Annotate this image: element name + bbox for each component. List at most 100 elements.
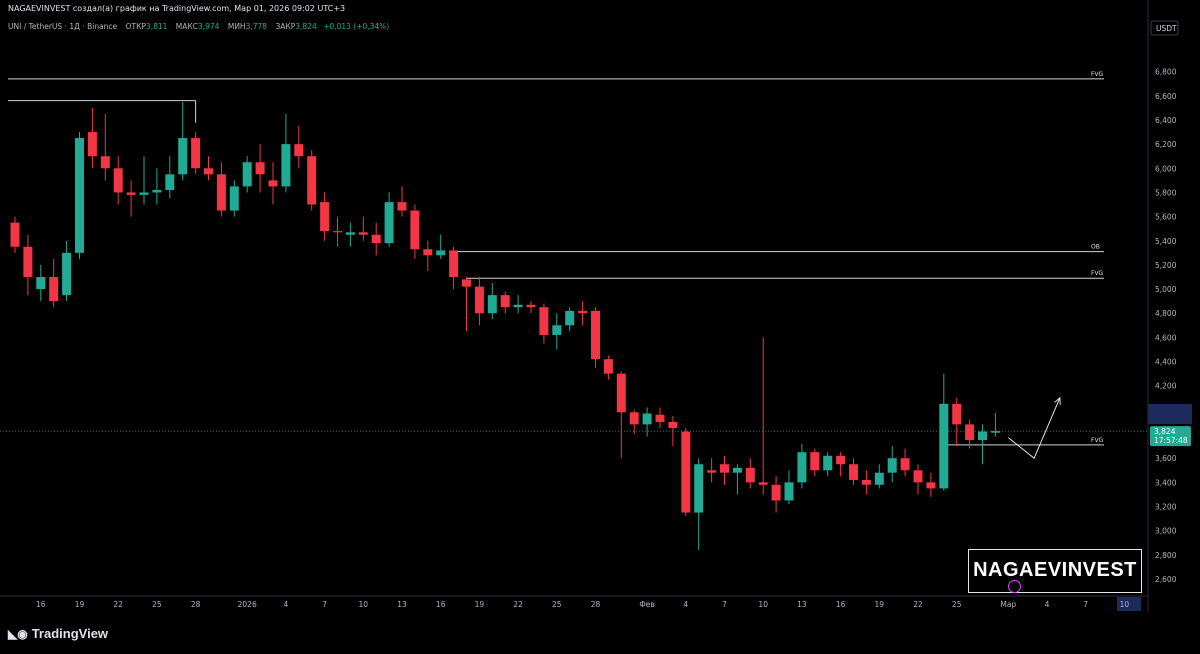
candle-body <box>178 138 188 175</box>
candle-body <box>887 458 897 473</box>
high-value: 3,974 <box>197 22 220 31</box>
level-label: FVG <box>1091 437 1104 444</box>
time-tick-label: 16 <box>836 600 846 609</box>
candle-body <box>10 222 20 247</box>
price-tick-label: 3,400 <box>1155 478 1177 487</box>
candle-body <box>758 482 768 485</box>
time-tick-label: 28 <box>591 600 601 609</box>
time-tick-label: 2026 <box>238 600 257 609</box>
candle-body <box>745 467 755 483</box>
tradingview-logo[interactable]: ◣◉ TradingView <box>8 626 108 641</box>
time-tick-label: 25 <box>552 600 562 609</box>
candle-body <box>836 455 846 465</box>
time-tick-label: 16 <box>436 600 446 609</box>
candle-body <box>36 277 46 290</box>
low-value: 3,778 <box>245 22 268 31</box>
candle-body <box>990 431 1000 433</box>
symbol-label[interactable]: UNI / TetherUS · 1Д · Binance <box>8 22 117 31</box>
candle-body <box>655 414 665 422</box>
level-label: FVG <box>1091 270 1104 277</box>
price-tick-label: 5,600 <box>1155 213 1177 222</box>
candle-body <box>87 132 97 157</box>
candle-body <box>552 325 562 335</box>
candle-body <box>874 472 884 485</box>
price-tick-label: 6,200 <box>1155 140 1177 149</box>
candle-body <box>849 464 858 480</box>
candle-body <box>797 452 807 483</box>
tradingview-icon: ◣◉ <box>8 627 28 641</box>
candle-body <box>371 234 381 244</box>
candle-body <box>384 202 394 244</box>
candle-body <box>965 424 975 441</box>
currency-label: USDT <box>1156 24 1177 33</box>
current-price-value: 3,824 <box>1154 427 1176 436</box>
countdown-value: 17:57:48 <box>1154 436 1188 445</box>
price-tick-label: 6,000 <box>1155 164 1177 173</box>
chart-window: FVG OB FVG FVG USDT 2,600 2,800 3,000 3,200 3,40… <box>0 0 1200 654</box>
candle-body <box>100 156 110 169</box>
price-tick-label: 4,800 <box>1155 309 1177 318</box>
time-tick-label: Фев <box>639 600 655 609</box>
candle-body <box>513 304 523 308</box>
candle-body <box>629 412 639 425</box>
candle-body <box>23 246 33 277</box>
candle-body <box>823 455 833 471</box>
time-tick-label: 10 <box>758 600 768 609</box>
time-tick-label: 4 <box>284 600 289 609</box>
candle-body <box>436 250 446 256</box>
price-tick-label: 5,000 <box>1155 285 1177 294</box>
price-tick-label: 6,400 <box>1155 116 1177 125</box>
candle-body <box>784 482 794 501</box>
brand-watermark: NAGAEVINVEST <box>968 549 1142 593</box>
price-tick-label: 5,200 <box>1155 261 1177 270</box>
candle-body <box>720 464 729 473</box>
candle-body <box>294 144 304 157</box>
ohlc-legend: UNI / TetherUS · 1Д · Binance ОТКР3,811 … <box>8 22 389 31</box>
candle-body <box>139 192 149 195</box>
close-value: 3,824 <box>295 22 317 31</box>
time-tick-label: 7 <box>722 600 727 609</box>
candle-body <box>216 174 226 211</box>
candle-body <box>642 413 652 425</box>
candle-body <box>900 458 910 471</box>
price-tick-label: 4,600 <box>1155 333 1177 342</box>
candle-body <box>952 403 962 425</box>
candle-body <box>539 307 549 335</box>
candle-body <box>810 452 820 471</box>
candle-body <box>126 192 136 195</box>
candle-body <box>255 162 265 175</box>
candle-body <box>62 252 72 296</box>
time-tick-label: 22 <box>113 600 123 609</box>
price-tick-label: 4,400 <box>1155 358 1177 367</box>
candle-body <box>603 359 613 374</box>
price-axis[interactable]: USDT2,6002,8003,0003,2003,4003,6003,8004… <box>1147 0 1200 654</box>
candle-body <box>49 277 59 302</box>
candle-body <box>191 138 201 169</box>
candle-body <box>268 180 278 187</box>
candle-body <box>113 168 123 193</box>
tradingview-text: TradingView <box>31 626 109 641</box>
candle-body <box>358 232 368 235</box>
time-tick-label: 22 <box>513 600 523 609</box>
candle-body <box>487 295 497 314</box>
time-tick-label: 25 <box>152 600 162 609</box>
candle-body <box>526 304 536 308</box>
time-tick-label: 4 <box>1045 600 1050 609</box>
candle-body <box>500 295 510 308</box>
level-label: OB <box>1091 244 1100 251</box>
candle-body <box>861 479 871 485</box>
candle-body <box>345 232 355 235</box>
time-tick-label: Мар <box>1000 600 1016 609</box>
candle-body <box>204 168 213 175</box>
candle-body <box>165 174 175 191</box>
candle-body <box>978 431 987 441</box>
time-tick-label: 10 <box>359 600 369 609</box>
candle-body <box>694 464 704 513</box>
candle-body <box>410 210 420 250</box>
lightning-icon <box>1008 580 1021 593</box>
candle-body <box>462 279 471 287</box>
candle-body <box>397 202 407 211</box>
close-label: ЗАКР <box>275 22 296 31</box>
candle-body <box>668 421 678 428</box>
high-label: МАКС <box>175 22 198 31</box>
